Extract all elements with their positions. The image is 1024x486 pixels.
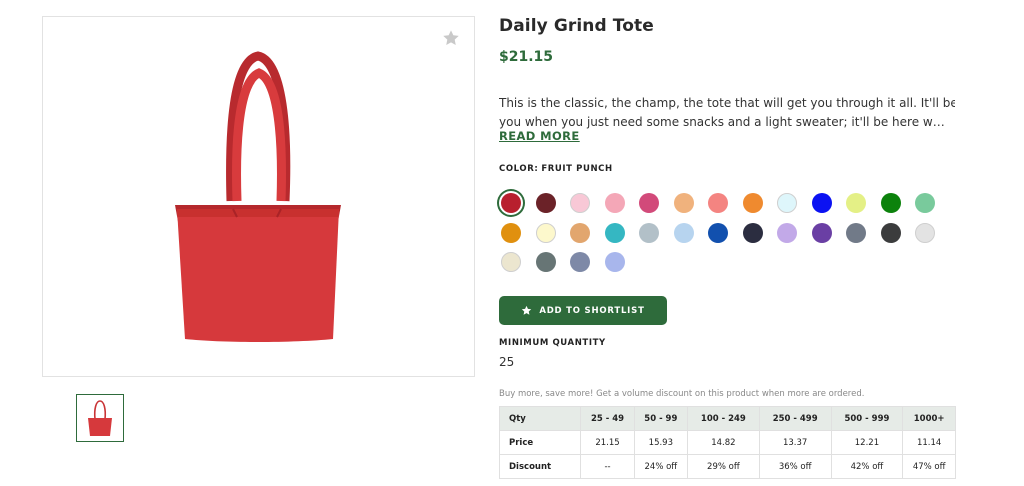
color-label-prefix: COLOR: bbox=[499, 164, 539, 174]
pricing-header-cell: 500 - 999 bbox=[830, 406, 904, 431]
description-line-1: This is the classic, the champ, the tote… bbox=[499, 96, 955, 110]
color-swatch[interactable] bbox=[570, 252, 590, 272]
color-swatch[interactable] bbox=[777, 222, 797, 243]
color-swatch[interactable] bbox=[811, 193, 832, 213]
color-swatch[interactable] bbox=[501, 252, 521, 272]
volume-discount-note: Buy more, save more! Get a volume discou… bbox=[499, 389, 865, 399]
product-image-panel bbox=[42, 16, 475, 377]
product-title: Daily Grind Tote bbox=[499, 16, 654, 36]
color-swatch[interactable] bbox=[915, 222, 935, 243]
pricing-cell: 14.82 bbox=[686, 430, 760, 455]
color-swatch[interactable] bbox=[811, 222, 832, 243]
pricing-price-row: Price 21.15 15.93 14.82 13.37 12.21 11.1… bbox=[498, 430, 956, 455]
product-price: $21.15 bbox=[499, 49, 554, 65]
color-swatch[interactable] bbox=[742, 193, 763, 213]
pricing-header-cell: 25 - 49 bbox=[580, 406, 635, 431]
pricing-cell: -- bbox=[580, 454, 635, 479]
pricing-discount-row: Discount -- 24% off 29% off 36% off 42% … bbox=[498, 454, 956, 479]
color-swatch[interactable] bbox=[570, 222, 590, 243]
product-description: This is the classic, the champ, the tote… bbox=[499, 94, 955, 132]
product-photo-tote bbox=[175, 51, 341, 342]
color-swatch[interactable] bbox=[639, 222, 659, 243]
minimum-quantity-value: 25 bbox=[499, 355, 515, 369]
pricing-table: Qty 25 - 49 50 - 99 100 - 249 250 - 499 … bbox=[498, 406, 956, 479]
pricing-cell: 42% off bbox=[830, 454, 904, 479]
pricing-cell: 13.37 bbox=[758, 430, 832, 455]
pricing-header-cell: 50 - 99 bbox=[633, 406, 688, 431]
selected-color-name: FRUIT PUNCH bbox=[541, 164, 613, 174]
color-swatch[interactable] bbox=[604, 193, 625, 213]
favorite-star-icon[interactable] bbox=[442, 29, 460, 47]
color-label: COLOR: FRUIT PUNCH bbox=[499, 164, 613, 174]
thumbnail-tote-icon bbox=[88, 400, 112, 436]
pricing-cell: 15.93 bbox=[633, 430, 688, 455]
pricing-header-cell: Qty bbox=[498, 406, 582, 431]
color-swatch[interactable] bbox=[708, 222, 728, 243]
pricing-cell: 47% off bbox=[902, 454, 956, 479]
pricing-cell: 21.15 bbox=[580, 430, 635, 455]
pricing-cell: Discount bbox=[498, 454, 582, 479]
pricing-header-row: Qty 25 - 49 50 - 99 100 - 249 250 - 499 … bbox=[498, 406, 956, 431]
color-swatch[interactable] bbox=[639, 193, 659, 213]
pricing-cell: 24% off bbox=[633, 454, 688, 479]
color-swatch[interactable] bbox=[501, 193, 521, 213]
pricing-cell: 29% off bbox=[686, 454, 760, 479]
pricing-cell: 36% off bbox=[758, 454, 832, 479]
color-swatch[interactable] bbox=[777, 193, 797, 213]
color-swatch[interactable] bbox=[880, 222, 901, 243]
color-swatch[interactable] bbox=[535, 252, 556, 272]
thumbnail-image[interactable] bbox=[76, 394, 124, 442]
star-icon bbox=[522, 305, 532, 315]
pricing-cell: 11.14 bbox=[902, 430, 956, 455]
color-swatch[interactable] bbox=[846, 193, 866, 213]
shortlist-label: ADD TO SHORTLIST bbox=[539, 305, 645, 316]
color-swatch[interactable] bbox=[604, 252, 625, 272]
color-swatch[interactable] bbox=[673, 222, 694, 243]
color-swatch[interactable] bbox=[915, 193, 935, 213]
color-swatch[interactable] bbox=[708, 193, 728, 213]
color-swatch[interactable] bbox=[604, 222, 625, 243]
color-swatch[interactable] bbox=[535, 193, 556, 213]
read-more-link[interactable]: READ MORE bbox=[499, 129, 580, 143]
color-swatch[interactable] bbox=[535, 222, 556, 243]
add-to-shortlist-button[interactable]: ADD TO SHORTLIST bbox=[499, 296, 667, 325]
color-swatch[interactable] bbox=[846, 222, 866, 243]
color-swatch[interactable] bbox=[742, 222, 763, 243]
minimum-quantity-label: MINIMUM QUANTITY bbox=[499, 338, 606, 348]
color-swatch[interactable] bbox=[673, 193, 694, 213]
pricing-header-cell: 100 - 249 bbox=[686, 406, 760, 431]
pricing-header-cell: 250 - 499 bbox=[758, 406, 832, 431]
color-swatch[interactable] bbox=[880, 193, 901, 213]
pricing-cell: 12.21 bbox=[830, 430, 904, 455]
color-swatch[interactable] bbox=[570, 193, 590, 213]
pricing-header-cell: 1000+ bbox=[902, 406, 956, 431]
pricing-cell: Price bbox=[498, 430, 582, 455]
color-swatch[interactable] bbox=[501, 222, 521, 243]
